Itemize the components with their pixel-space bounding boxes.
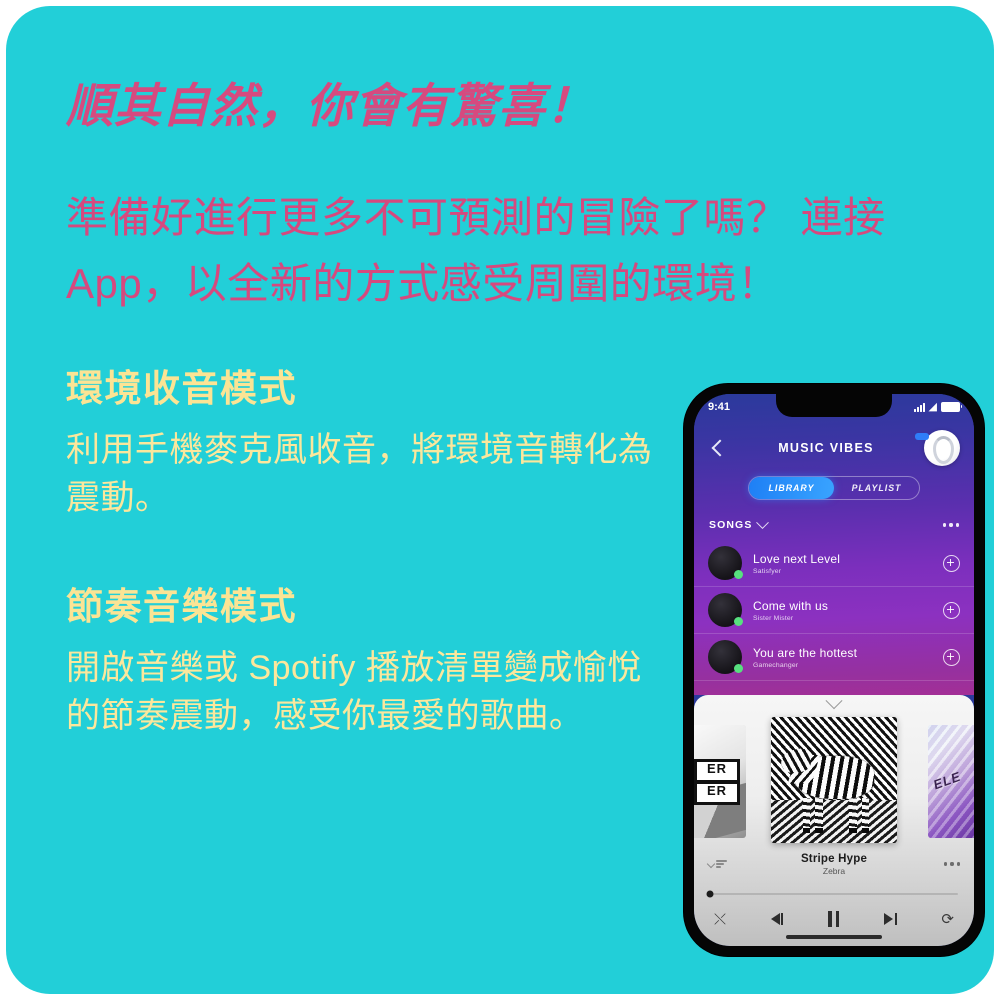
pause-icon[interactable] [828,911,840,927]
status-indicators: ◢ [913,400,962,413]
transport-controls: ⤬ ⟳ [694,895,974,927]
phone-notch [776,394,892,417]
songs-sort-control[interactable]: SONGS [709,515,770,531]
song-title: Love next Level [753,551,841,566]
album-carousel[interactable]: ER ER ELE [694,717,974,847]
previous-track-icon[interactable] [770,913,784,925]
zebra-leg [849,797,857,833]
bluetooth-device-icon[interactable] [915,430,960,466]
zebra-leg [815,797,823,833]
list-item[interactable]: You are the hottest Gamechanger [694,634,974,681]
next-track-icon[interactable] [884,913,897,925]
status-time: 9:41 [708,401,731,413]
album-art-previous[interactable]: ER ER [694,725,746,838]
repeat-icon[interactable]: ⟳ [941,912,954,927]
plus-circle-icon[interactable] [943,601,960,619]
playback-progress-slider[interactable] [706,890,958,898]
chevron-down-icon[interactable] [756,515,770,529]
device-hook-shape [933,436,954,464]
wifi-icon: ◢ [928,400,937,413]
song-artist: Satisfyer [753,567,782,575]
phone-screen: 9:41 ◢ MUSIC VIBES LIBRARY PLAYLIST SONG… [694,394,974,946]
song-title: Come with us [753,598,829,613]
equalizer-icon[interactable] [706,859,742,869]
now-playing-title: Stripe Hype [800,852,868,865]
song-artist: Sister Mister [753,614,794,622]
songs-section-header: SONGS [694,515,974,534]
phone-page-title: MUSIC VIBES [778,441,874,455]
now-playing-bar: Stripe Hype Zebra [694,847,974,881]
feature-title-ambient: 環境收音模式 [66,367,297,409]
device-status-badge [915,433,929,440]
chevron-down-icon[interactable] [825,692,843,710]
song-list[interactable]: Love next Level Satisfyer Come with us S… [694,540,974,695]
album-thumbnail [708,640,743,674]
now-playing-meta: Stripe Hype Zebra [742,853,926,876]
now-playing-dot [734,617,743,626]
battery-icon [941,402,962,412]
song-meta: Come with us Sister Mister [753,599,943,622]
song-meta: Love next Level Satisfyer [753,552,943,575]
library-pane: 9:41 ◢ MUSIC VIBES LIBRARY PLAYLIST SONG… [694,394,974,695]
song-artist: Gamechanger [753,661,799,669]
copy-column: 順其自然，你會有驚喜！ 準備好進行更多不可預測的冒險了嗎？ 連接 App，以全新… [66,78,885,741]
sheet-collapse-handle[interactable] [694,692,974,715]
tab-library[interactable]: LIBRARY [749,477,834,499]
zebra-artwork [771,717,897,843]
feature-section-ambient: 環境收音模式 利用手機麥克風收音，將環境音轉化為震動。 [66,358,656,523]
phone-mockup: 9:41 ◢ MUSIC VIBES LIBRARY PLAYLIST SONG… [684,384,984,956]
now-playing-dot [734,664,743,673]
songs-label: SONGS [709,519,753,531]
list-item[interactable]: Come with us Sister Mister [694,587,974,634]
chevron-down-icon [706,859,716,869]
poster-root: 順其自然，你會有驚喜！ 準備好進行更多不可預測的冒險了嗎？ 連接 App，以全新… [0,0,1000,1000]
cellular-signal-icon [913,402,925,412]
album-thumbnail [708,593,743,627]
shuffle-icon[interactable]: ⤬ [714,912,726,927]
zebra-floor [771,800,897,843]
feature-section-rhythm: 節奏音樂模式 開啟音樂或 Spotify 播放清單變成愉悅的節奏震動，感受你最愛… [66,576,656,741]
plus-circle-icon[interactable] [943,648,960,666]
gradient-artwork: ELE [928,725,974,838]
now-playing-artist: Zebra [822,865,846,876]
equalizer-bars [716,860,727,868]
feature-title-rhythm: 節奏音樂模式 [66,586,297,628]
player-sheet: ER ER ELE Stripe Hype Zebra ⤬ ⟳ [694,692,974,946]
album-art-current[interactable] [771,717,897,843]
phone-navbar: MUSIC VIBES [694,428,974,468]
more-horizontal-icon[interactable] [942,523,959,527]
feature-body-ambient: 利用手機麥克風收音，將環境音轉化為震動。 [66,430,653,517]
more-horizontal-icon[interactable] [926,862,960,866]
album-art-next[interactable]: ELE [928,725,974,838]
album-thumbnail [708,546,743,580]
progress-knob[interactable] [706,890,714,898]
poster-text-line1: ER [694,759,740,783]
list-item[interactable]: Love next Level Satisfyer [694,540,974,587]
poster-text-line2: ER [694,781,740,805]
tab-playlist[interactable]: PLAYLIST [834,477,919,499]
subheadline: 準備好進行更多不可預測的冒險了嗎？ 連接 App，以全新的方式感受周圍的環境！ [66,194,886,307]
chevron-left-icon[interactable] [708,438,728,458]
song-meta: You are the hottest Gamechanger [753,646,943,669]
page-title: 順其自然，你會有驚喜！ [66,79,594,132]
zebra-leg [802,797,811,833]
library-playlist-segmented-control[interactable]: LIBRARY PLAYLIST [748,476,920,500]
plus-circle-icon[interactable] [943,554,960,572]
zebra-leg [861,797,870,833]
home-indicator [786,935,882,939]
song-title: You are the hottest [753,645,858,660]
feature-body-rhythm: 開啟音樂或 Spotify 播放清單變成愉悅的節奏震動，感受你最愛的歌曲。 [66,649,642,736]
poster-artwork: ER ER [694,725,746,838]
promo-card: 順其自然，你會有驚喜！ 準備好進行更多不可預測的冒險了嗎？ 連接 App，以全新… [6,6,994,994]
now-playing-dot [734,570,743,579]
